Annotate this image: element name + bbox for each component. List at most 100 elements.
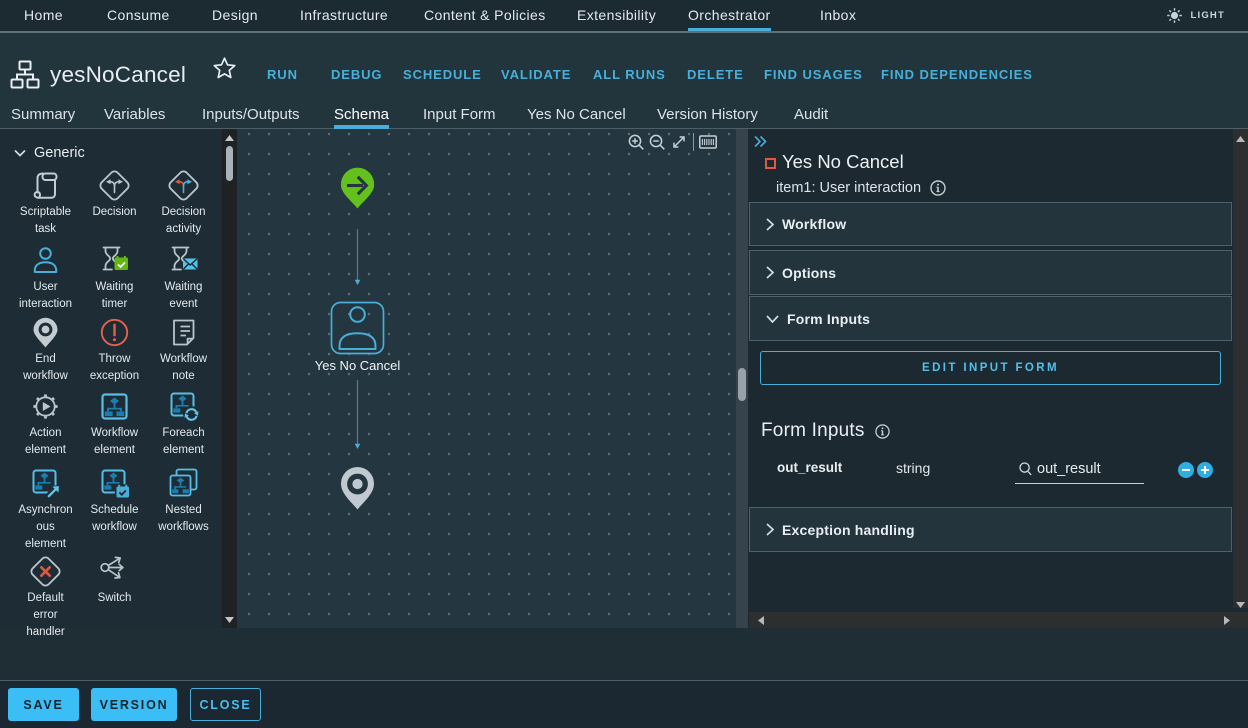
form-input-type: string <box>896 460 930 476</box>
palette-item-action-element[interactable]: Action element <box>11 390 80 459</box>
tab-inputs-outputs[interactable]: Inputs/Outputs <box>202 105 300 129</box>
nav-item-orchestrator[interactable]: Orchestrator <box>688 0 771 31</box>
close-button[interactable]: CLOSE <box>190 688 261 721</box>
main-area: Generic Scriptable task Decision Decisio… <box>0 129 1248 628</box>
nav-item-home[interactable]: Home <box>24 0 63 31</box>
start-node[interactable] <box>341 168 374 209</box>
panel-vertical-scrollbar[interactable] <box>1233 129 1248 608</box>
section-options[interactable]: Options <box>749 250 1232 295</box>
run-button[interactable]: RUN <box>267 67 298 83</box>
chevron-right-icon <box>766 218 774 231</box>
tab-audit[interactable]: Audit <box>794 105 828 129</box>
edit-input-form-button[interactable]: EDIT INPUT FORM <box>760 351 1221 385</box>
info-icon[interactable] <box>930 180 946 196</box>
decision-icon <box>98 169 131 202</box>
theme-toggle[interactable]: LIGHT <box>1167 0 1226 31</box>
star-icon[interactable] <box>212 56 237 80</box>
palette-item-end-workflow[interactable]: End workflow <box>11 316 80 385</box>
item-details-panel: Yes No Cancel item1: User interaction Wo… <box>748 129 1248 628</box>
palette-item-decision[interactable]: Decision <box>80 169 149 221</box>
all-runs-button[interactable]: ALL RUNS <box>593 67 666 83</box>
palette-item-waiting-timer[interactable]: Waiting timer <box>80 244 149 313</box>
palette-item-user-interaction[interactable]: User interaction <box>11 244 80 313</box>
scroll-left-icon[interactable] <box>753 612 769 628</box>
panel-subtitle-row: item1: User interaction <box>776 180 946 196</box>
node-label[interactable]: Yes No Cancel <box>297 358 418 373</box>
section-label: Exception handling <box>782 522 915 538</box>
scroll-down-icon[interactable] <box>1233 597 1248 612</box>
info-icon[interactable] <box>875 424 890 439</box>
section-label: Options <box>782 265 836 281</box>
scroll-up-icon[interactable] <box>1233 131 1248 146</box>
section-exception-handling[interactable]: Exception handling <box>749 507 1232 552</box>
canvas-scrollbar-thumb[interactable] <box>738 368 746 401</box>
scroll-right-icon[interactable] <box>1219 612 1235 628</box>
palette-group-generic[interactable]: Generic <box>14 145 85 161</box>
panel-horizontal-scrollbar[interactable] <box>749 612 1248 628</box>
double-chevron-right-icon[interactable] <box>754 136 767 147</box>
section-label: Form Inputs <box>787 311 870 327</box>
palette-scrollbar[interactable] <box>222 129 237 628</box>
workflow-header: yesNoCancel RUN DEBUG SCHEDULE VALIDATE … <box>0 33 1248 129</box>
debug-button[interactable]: DEBUG <box>331 67 382 83</box>
validate-button[interactable]: VALIDATE <box>501 67 571 83</box>
palette-item-schedule-workflow[interactable]: Schedule workflow <box>80 467 149 536</box>
nav-item-consume[interactable]: Consume <box>107 0 170 31</box>
tab-schema[interactable]: Schema <box>334 105 389 129</box>
item-type-square-icon <box>765 158 776 169</box>
chevron-right-icon <box>766 266 774 279</box>
chevron-down-icon <box>766 315 779 323</box>
form-input-value: out_result <box>1037 461 1101 477</box>
nav-item-inbox[interactable]: Inbox <box>820 0 856 31</box>
find-dependencies-button[interactable]: FIND DEPENDENCIES <box>881 67 1033 83</box>
form-input-value-field[interactable]: out_result <box>1015 455 1144 484</box>
delete-button[interactable]: DELETE <box>687 67 744 83</box>
footer-bar: SAVE VERSION CLOSE <box>0 680 1248 728</box>
palette-group-label: Generic <box>34 145 85 161</box>
user-interaction-node[interactable] <box>332 303 384 354</box>
add-input-button[interactable] <box>1197 462 1213 478</box>
nav-item-infrastructure[interactable]: Infrastructure <box>300 0 388 31</box>
tab-input-form[interactable]: Input Form <box>423 105 496 129</box>
section-workflow[interactable]: Workflow <box>749 202 1232 246</box>
nav-item-design[interactable]: Design <box>212 0 258 31</box>
palette-item-waiting-event[interactable]: Waiting event <box>149 244 218 313</box>
version-button[interactable]: VERSION <box>91 688 177 721</box>
palette-item-switch[interactable]: Switch <box>80 555 149 607</box>
scroll-down-icon[interactable] <box>222 612 237 627</box>
workflow-element-icon <box>98 390 131 423</box>
workflow-note-icon <box>167 316 200 349</box>
canvas-scrollbar[interactable] <box>736 129 748 628</box>
nav-item-extensibility[interactable]: Extensibility <box>577 0 656 31</box>
palette-item-workflow-element[interactable]: Workflow element <box>80 390 149 459</box>
palette-item-label: Asynchronous element <box>18 502 74 553</box>
palette-item-label: User interaction <box>14 279 78 313</box>
tab-summary[interactable]: Summary <box>11 105 75 129</box>
nested-workflows-icon <box>167 467 200 500</box>
tab-variables[interactable]: Variables <box>104 105 165 129</box>
palette-item-label: Throw exception <box>83 351 147 385</box>
end-node[interactable] <box>341 467 374 509</box>
palette-item-workflow-note[interactable]: Workflow note <box>149 316 218 385</box>
section-form-inputs[interactable]: Form Inputs <box>749 296 1232 341</box>
palette-item-label: Action element <box>14 425 78 459</box>
remove-input-button[interactable] <box>1178 462 1194 478</box>
palette-item-foreach-element[interactable]: Foreach element <box>149 390 218 459</box>
schema-canvas[interactable]: Yes No Cancel <box>237 129 748 628</box>
search-icon <box>1019 462 1032 476</box>
palette-item-throw-exception[interactable]: Throw exception <box>80 316 149 385</box>
palette-item-scriptable-task[interactable]: Scriptable task <box>11 169 80 238</box>
palette-scrollbar-thumb[interactable] <box>226 146 233 181</box>
scroll-up-icon[interactable] <box>222 130 237 145</box>
palette-item-default-error-handler[interactable]: Default error handler <box>11 555 80 641</box>
schedule-button[interactable]: SCHEDULE <box>403 67 482 83</box>
nav-item-content-policies[interactable]: Content & Policies <box>424 0 546 31</box>
palette-item-decision-activity[interactable]: Decision activity <box>149 169 218 238</box>
tab-version-history[interactable]: Version History <box>657 105 758 129</box>
palette-item-asynchronous-element[interactable]: Asynchronous element <box>11 467 80 553</box>
find-usages-button[interactable]: FIND USAGES <box>764 67 863 83</box>
scriptable-task-icon <box>29 169 62 202</box>
save-button[interactable]: SAVE <box>8 688 79 721</box>
tab-yes-no-cancel[interactable]: Yes No Cancel <box>527 105 626 129</box>
palette-item-nested-workflows[interactable]: Nested workflows <box>149 467 218 536</box>
